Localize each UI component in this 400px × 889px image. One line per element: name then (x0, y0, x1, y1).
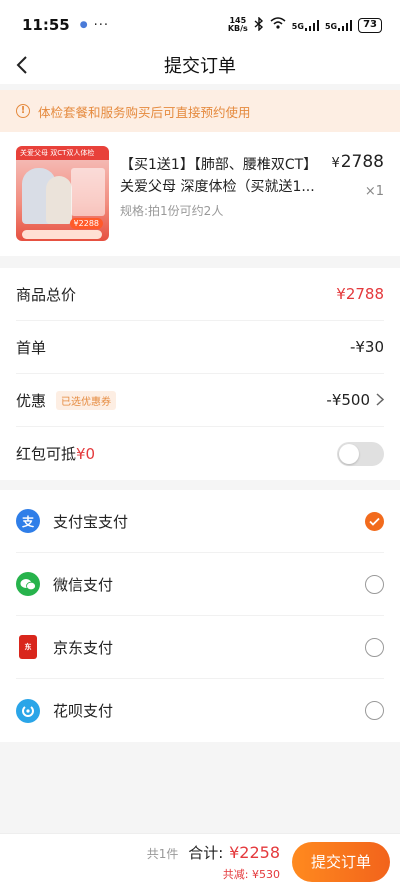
discount-value: -¥500 (326, 391, 370, 409)
radio-unchecked-icon[interactable] (365, 574, 384, 594)
alipay-icon: 支 (16, 509, 40, 533)
signal-2-icon: 5G (325, 19, 353, 31)
red-packet-row: 红包可抵 ¥0 (16, 427, 384, 480)
discount-row[interactable]: 优惠 已选优惠券 -¥500 (16, 374, 385, 427)
total-amount: ¥2258 (229, 842, 280, 862)
product-price: ¥2788 (331, 152, 384, 172)
wechat-pay-icon (16, 572, 40, 596)
radio-checked-icon[interactable] (365, 511, 384, 531)
chevron-right-icon (376, 391, 385, 410)
status-icons: 145 KB/s 5G 5G 73 (228, 15, 382, 34)
payment-option-wechat[interactable]: 微信支付 (16, 553, 384, 616)
status-bar: 11:55 ● ··· 145 KB/s 5G 5G 73 (0, 0, 400, 50)
red-packet-value: ¥0 (76, 444, 96, 463)
price-amount: 2788 (340, 152, 384, 172)
payment-label: 京东支付 (53, 638, 114, 657)
more-notifications-icon: ··· (93, 17, 110, 33)
checkout-bar: 共1件 合计: ¥2258 共减: ¥530 提交订单 (0, 833, 400, 889)
first-order-value: -¥30 (349, 338, 384, 356)
thumb-person (46, 176, 72, 224)
info-icon: ! (16, 104, 30, 118)
order-totals: 共1件 合计: ¥2258 共减: ¥530 (147, 842, 280, 882)
submit-order-button[interactable]: 提交订单 (292, 841, 390, 882)
speed-unit: KB/s (227, 24, 248, 33)
notification-dot-icon: ● (79, 20, 88, 30)
huabei-icon (16, 698, 40, 723)
total-label: 合计: (188, 843, 224, 862)
total-price-value: ¥2788 (336, 285, 384, 303)
toggle-knob (339, 443, 359, 464)
discount-label: 优惠 (16, 391, 47, 410)
radio-unchecked-icon[interactable] (365, 637, 384, 657)
back-button[interactable] (10, 50, 34, 80)
product-quantity: ×1 (364, 184, 384, 199)
page-title: 提交订单 (164, 56, 236, 77)
thumb-footer (22, 230, 102, 239)
item-count: 共1件 (146, 846, 179, 861)
totals-line: 共1件 合计: ¥2258 (147, 842, 280, 863)
wifi-icon (270, 17, 286, 33)
red-packet-toggle[interactable] (337, 441, 384, 466)
nav-bar: 提交订单 (0, 50, 400, 84)
payment-label: 微信支付 (53, 575, 114, 594)
total-price-row: 商品总价 ¥2788 (16, 268, 384, 321)
payment-option-huabei[interactable]: 花呗支付 (16, 679, 384, 742)
payment-label: 支付宝支付 (53, 512, 129, 531)
chevron-left-icon (16, 56, 27, 74)
payment-label: 花呗支付 (53, 702, 114, 720)
total-price-label: 商品总价 (16, 285, 77, 304)
signal-1-icon: 5G (292, 19, 319, 31)
thumb-list (71, 168, 105, 216)
first-order-row: 首单 -¥30 (16, 321, 384, 374)
payment-option-alipay[interactable]: 支 支付宝支付 (16, 490, 384, 553)
notice-banner: ! 体检套餐和服务购买后可直接预约使用 (0, 90, 400, 132)
red-packet-label: 红包可抵 (16, 445, 77, 463)
product-spec: 规格:拍1份可约2人 (120, 204, 224, 218)
product-card[interactable]: 关爱父母 双CT双人体检 ¥2288 【买1送1】【肺部、腰椎双CT】关爱父母 … (0, 132, 400, 256)
coupon-tag: 已选优惠券 (56, 390, 117, 410)
battery-icon: 73 (358, 17, 382, 33)
product-name: 【买1送1】【肺部、腰椎双CT】关爱父母 深度体检（买就送1... (120, 157, 318, 195)
currency-symbol: ¥ (331, 156, 340, 171)
network-speed: 145 KB/s (228, 17, 248, 33)
product-thumbnail: 关爱父母 双CT双人体检 ¥2288 (16, 146, 109, 241)
price-summary: 商品总价 ¥2788 首单 -¥30 优惠 已选优惠券 -¥500 红包可抵 ¥… (0, 268, 400, 480)
radio-unchecked-icon[interactable] (365, 701, 384, 720)
payment-option-jd[interactable]: 东 京东支付 (16, 616, 384, 679)
jd-pay-icon: 东 (19, 635, 37, 659)
status-time: 11:55 (22, 16, 70, 34)
thumb-banner: 关爱父母 双CT双人体检 (16, 146, 109, 160)
bluetooth-icon (254, 15, 264, 34)
payment-methods: 支 支付宝支付 微信支付 东 京东支付 花呗支付 (0, 490, 400, 742)
saved-amount: 共减: ¥530 (222, 867, 280, 881)
thumb-price: ¥2288 (69, 218, 103, 229)
first-order-label: 首单 (16, 338, 47, 357)
notice-text: 体检套餐和服务购买后可直接预约使用 (38, 104, 251, 120)
